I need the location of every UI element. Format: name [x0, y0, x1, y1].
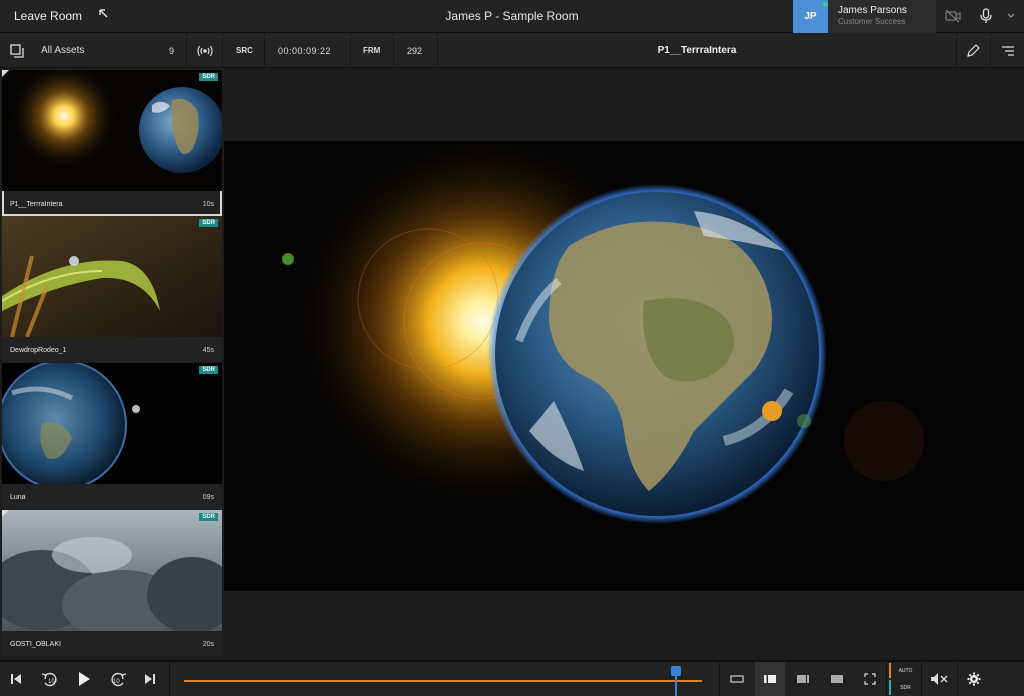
view-single-icon	[730, 675, 744, 683]
asset-name: DewdropRodeo_1	[10, 347, 67, 354]
list-item[interactable]: SDR GOSTI_OBLAKI 20s	[2, 510, 222, 656]
view-side-icon	[797, 675, 809, 683]
play-button[interactable]	[74, 662, 94, 696]
forward-10-button[interactable]: 10	[108, 662, 128, 696]
asset-name: P1__TerrraIntera	[10, 201, 63, 208]
user-role: Customer Success	[838, 17, 906, 26]
forward-10-icon: 10	[111, 672, 127, 687]
sdr-badge: SDR	[199, 366, 218, 374]
view-split-icon	[764, 675, 776, 683]
view-mode-side-button[interactable]	[792, 662, 814, 696]
user-name: James Parsons	[838, 5, 907, 16]
gear-icon	[967, 672, 981, 686]
top-bar: Leave Room James P - Sample Room JP Jame…	[0, 0, 1024, 33]
timecode: 00:00:09:22	[278, 45, 332, 56]
list-item[interactable]: SDR DewdropRodeo_1 45s	[2, 216, 222, 362]
speaker-muted-icon	[931, 673, 948, 685]
skip-forward-icon	[145, 674, 155, 684]
sdr-badge: SDR	[199, 219, 218, 227]
frm-label: FRM	[363, 46, 381, 55]
sdr-badge: SDR	[199, 513, 218, 521]
mute-button[interactable]	[928, 662, 950, 696]
skip-to-start-button[interactable]	[8, 662, 24, 696]
thumbnail-clouds: SDR	[2, 510, 222, 631]
asset-duration: 20s	[202, 641, 214, 648]
thumbnail-earth-sun: SDR	[2, 70, 222, 191]
asset-duration: 45s	[202, 347, 214, 354]
src-label: SRC	[236, 46, 253, 55]
fullscreen-button[interactable]	[860, 662, 880, 696]
panel-toggle-icon	[10, 43, 24, 58]
playhead-handle[interactable]	[671, 666, 682, 676]
assets-toggle[interactable]	[10, 33, 24, 68]
sdr-badge: SDR	[199, 73, 218, 81]
video-frame[interactable]	[224, 141, 1024, 591]
asset-duration: 09s	[202, 494, 214, 501]
sdr-tag[interactable]: SDR	[889, 680, 920, 695]
timeline-scrubber[interactable]	[172, 662, 718, 696]
toolbar: All Assets 9 SRC 00:00:09:22 FRM 292 P1_…	[0, 33, 1024, 68]
view-mode-single-button[interactable]	[726, 662, 748, 696]
selection-corner	[2, 510, 9, 517]
view-mode-split-button[interactable]	[755, 662, 785, 696]
rewind-10-button[interactable]: 10	[40, 662, 60, 696]
svg-text:10: 10	[48, 679, 55, 685]
timeline-track	[184, 680, 702, 682]
frame-number: 292	[407, 45, 423, 56]
menu-lines-icon	[1002, 45, 1014, 56]
list-item[interactable]: SDR Luna 09s	[2, 363, 222, 509]
svg-text:10: 10	[113, 679, 120, 685]
auto-tag[interactable]: AUTO	[889, 663, 920, 678]
menu-button[interactable]	[1001, 33, 1015, 68]
asset-name: Luna	[10, 494, 26, 501]
thumbnail-dewdrop-leaf: SDR	[2, 216, 222, 337]
viewer	[222, 68, 1024, 660]
broadcast-button[interactable]	[196, 33, 214, 68]
fullscreen-icon	[864, 673, 876, 685]
chevron-down-icon[interactable]	[1006, 8, 1016, 24]
asset-title: P1__TerrraIntera	[657, 45, 737, 56]
selection-corner	[2, 70, 9, 77]
play-icon	[79, 672, 90, 686]
video-image	[224, 141, 1024, 591]
playback-controls: 10 10 AUTO SDR	[0, 660, 1024, 696]
asset-list: SDR P1__TerrraIntera 10s SDR DewdropRode…	[0, 68, 222, 660]
asset-duration: 10s	[202, 201, 214, 208]
arrow-up-left-icon[interactable]	[98, 8, 110, 22]
all-assets-label[interactable]: All Assets	[41, 33, 84, 68]
annotate-button[interactable]	[966, 33, 980, 68]
microphone-icon[interactable]	[978, 8, 994, 24]
user-info[interactable]: James Parsons Customer Success	[828, 0, 936, 33]
view-mode-full-button[interactable]	[826, 662, 848, 696]
leave-room-button[interactable]: Leave Room	[14, 9, 82, 23]
pencil-icon	[967, 43, 980, 57]
rewind-10-icon: 10	[41, 672, 57, 687]
thumbnail-earth-moon: SDR	[2, 363, 222, 484]
list-item[interactable]: SDR P1__TerrraIntera 10s	[2, 70, 222, 216]
skip-to-end-button[interactable]	[142, 662, 158, 696]
camera-off-icon[interactable]	[945, 8, 961, 24]
view-full-icon	[831, 675, 843, 683]
settings-button[interactable]	[964, 662, 984, 696]
asset-name: GOSTI_OBLAKI	[10, 641, 61, 648]
skip-back-icon	[11, 674, 21, 684]
assets-count: 9	[169, 45, 175, 56]
broadcast-icon	[197, 45, 213, 56]
